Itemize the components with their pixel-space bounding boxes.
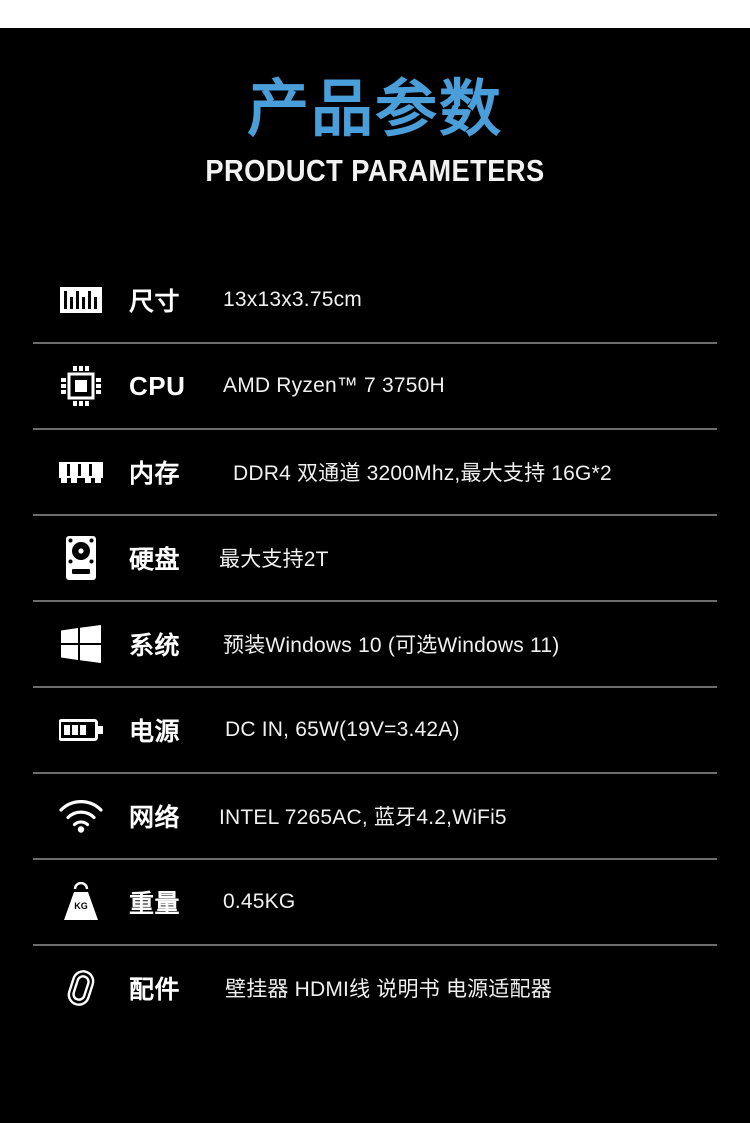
spec-value: DDR4 双通道 3200Mhz,最大支持 16G*2 (233, 462, 612, 485)
spec-value: AMD Ryzen™ 7 3750H (223, 374, 445, 397)
spec-value: INTEL 7265AC, 蓝牙4.2,WiFi5 (219, 806, 507, 829)
table-row: 尺寸 13x13x3.75cm (33, 258, 717, 342)
windows-icon (33, 602, 129, 686)
table-row: 硬盘 最大支持2T (33, 514, 717, 600)
weight-icon: KG (33, 860, 129, 944)
table-row: CPU AMD Ryzen™ 7 3750H (33, 342, 717, 428)
product-parameters-page: 产品参数 PRODUCT PARAMETERS 尺寸 13x13x3.75cm … (0, 0, 750, 1123)
wifi-icon (33, 774, 129, 858)
table-row: 配件 壁挂器 HDMI线 说明书 电源适配器 (33, 944, 717, 1030)
table-row: 网络 INTEL 7265AC, 蓝牙4.2,WiFi5 (33, 772, 717, 858)
spec-value: 预装Windows 10 (可选Windows 11) (223, 634, 560, 657)
spec-label: 配件 (129, 975, 181, 1004)
page-title-english: PRODUCT PARAMETERS (205, 153, 545, 189)
ram-icon (33, 430, 129, 514)
spec-value: DC IN, 65W(19V=3.42A) (225, 718, 460, 741)
spec-label: 网络 (129, 803, 181, 832)
ruler-icon (33, 258, 129, 342)
table-row: 系统 预装Windows 10 (可选Windows 11) (33, 600, 717, 686)
chip-icon (33, 344, 129, 428)
battery-icon (33, 688, 129, 772)
spec-label: 尺寸 (129, 287, 181, 316)
harddisk-icon (33, 516, 129, 600)
spec-value: 13x13x3.75cm (223, 288, 362, 311)
spec-value: 最大支持2T (219, 548, 329, 571)
spec-label: 内存 (129, 459, 181, 488)
weight-icon-text: KG (74, 901, 88, 911)
specifications-table: 尺寸 13x13x3.75cm CPU AMD Ryzen™ 7 3750H 内… (33, 258, 717, 1030)
paperclip-icon (33, 946, 129, 1030)
page-header: 产品参数 PRODUCT PARAMETERS (0, 28, 750, 189)
table-row: KG 重量 0.45KG (33, 858, 717, 944)
page-title-chinese: 产品参数 (246, 72, 503, 145)
spec-label: 硬盘 (129, 545, 181, 574)
spec-value: 0.45KG (223, 890, 296, 913)
spec-label: CPU (129, 370, 186, 401)
spec-value: 壁挂器 HDMI线 说明书 电源适配器 (225, 978, 552, 1001)
spec-label: 重量 (129, 889, 181, 918)
spec-label: 电源 (129, 717, 181, 746)
spec-label: 系统 (129, 631, 181, 660)
top-white-band (0, 0, 750, 28)
table-row: 内存 DDR4 双通道 3200Mhz,最大支持 16G*2 (33, 428, 717, 514)
table-row: 电源 DC IN, 65W(19V=3.42A) (33, 686, 717, 772)
